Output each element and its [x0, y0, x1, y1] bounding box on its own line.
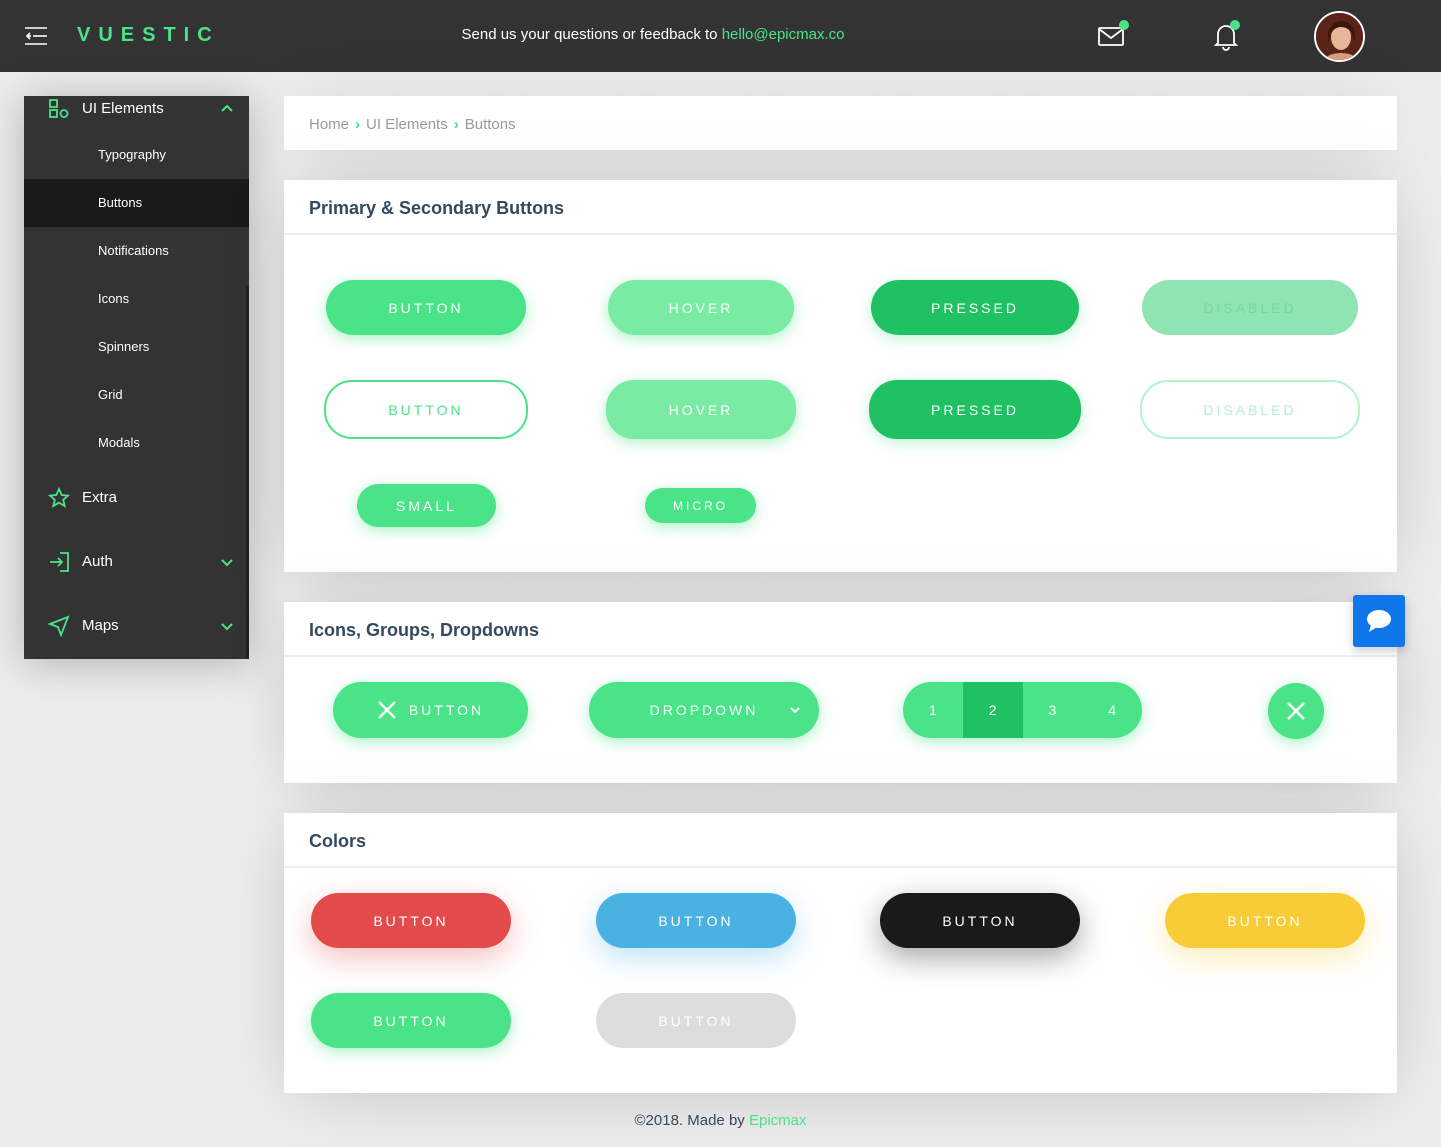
outline-disabled-button: Disabled — [1140, 380, 1360, 439]
sidebar-item-label: Grid — [98, 387, 123, 402]
outline-button[interactable]: Button — [324, 380, 528, 439]
sidebar-item-label: Modals — [98, 435, 140, 450]
primary-hover-button[interactable]: Hover — [608, 280, 794, 335]
bell-notification-dot — [1230, 20, 1240, 30]
sidebar-group-label: Auth — [82, 553, 113, 570]
chat-button[interactable] — [1353, 595, 1405, 647]
info-button[interactable]: Button — [596, 893, 796, 948]
card-title: Primary & Secondary Buttons — [309, 198, 565, 218]
sidebar-item-label: Buttons — [98, 195, 143, 210]
sidebar-group-label: UI Elements — [82, 100, 164, 117]
sidebar-group-extra[interactable]: Extra — [24, 469, 249, 529]
mail-icon[interactable] — [1095, 20, 1129, 52]
sidebar-item-label: Spinners — [98, 339, 150, 354]
sidebar-group-label: Extra — [82, 489, 118, 506]
sidebar-item-typography[interactable]: Typography — [24, 131, 249, 179]
chevron-right-icon: › — [453, 116, 459, 133]
sidebar-item-label: Typography — [98, 147, 166, 162]
primary-pressed-button[interactable]: Pressed — [871, 280, 1079, 335]
page-button-4[interactable]: 4 — [1082, 682, 1142, 738]
button-group-pagination: 1 2 3 4 — [903, 682, 1142, 738]
top-navbar: VUESTIC Send us your questions or feedba… — [0, 0, 1441, 72]
outline-hover-button[interactable]: Hover — [606, 380, 796, 439]
breadcrumb: Home › UI Elements › Buttons — [309, 116, 516, 133]
primary-button[interactable]: Button — [326, 280, 526, 335]
sidebar-item-spinners[interactable]: Spinners — [24, 323, 249, 371]
chevron-right-icon: › — [355, 116, 361, 133]
sidebar-item-notifications[interactable]: Notifications — [24, 227, 249, 275]
outline-pressed-button[interactable]: Pressed — [869, 380, 1081, 439]
sidebar-item-grid[interactable]: Grid — [24, 371, 249, 419]
sidebar-group-maps[interactable]: Maps — [24, 597, 249, 657]
sign-in-icon — [48, 551, 70, 573]
sidebar-item-modals[interactable]: Modals — [24, 419, 249, 467]
footer-text: ©2018. Made by — [634, 1112, 749, 1129]
danger-button[interactable]: Button — [311, 893, 511, 948]
location-arrow-icon — [47, 615, 70, 638]
feedback-email-link[interactable]: hello@epicmax.co — [722, 26, 845, 43]
card-divider — [284, 655, 1397, 657]
sidebar: UI Elements Typography Buttons Notificat… — [24, 96, 249, 659]
breadcrumb-current: Buttons — [464, 116, 516, 133]
page-button-1[interactable]: 1 — [903, 682, 963, 738]
sidebar-item-label: Notifications — [98, 243, 169, 258]
chevron-up-icon — [220, 102, 234, 116]
footer-link[interactable]: Epicmax — [749, 1112, 807, 1129]
close-icon — [377, 701, 396, 719]
icon-button-label: Button — [408, 702, 485, 718]
chevron-down-icon — [220, 555, 234, 569]
sidebar-item-buttons[interactable]: Buttons — [24, 179, 249, 227]
primary-disabled-button: Disabled — [1142, 280, 1358, 335]
colors-card: Colors Button Button Button Button Butto… — [284, 813, 1397, 1093]
ui-elements-icon — [48, 98, 70, 120]
dark-button[interactable]: Button — [880, 893, 1080, 948]
user-avatar[interactable] — [1314, 11, 1365, 62]
bell-icon[interactable] — [1210, 20, 1242, 52]
mail-notification-dot — [1119, 20, 1129, 30]
chevron-down-icon — [220, 619, 234, 633]
round-close-button[interactable] — [1268, 683, 1324, 739]
breadcrumb-card: Home › UI Elements › Buttons — [284, 96, 1397, 150]
sidebar-scrollbar[interactable] — [246, 286, 249, 659]
sidebar-group-auth[interactable]: Auth — [24, 533, 249, 593]
micro-button[interactable]: Micro — [645, 488, 756, 523]
sidebar-item-icons[interactable]: Icons — [24, 275, 249, 323]
primary-secondary-card: Primary & Secondary Buttons Button Hover… — [284, 180, 1397, 572]
sidebar-item-label: Icons — [98, 291, 130, 306]
close-icon — [1287, 702, 1305, 720]
success-button[interactable]: Button — [311, 993, 511, 1048]
feedback-text: Send us your questions or feedback to — [461, 26, 722, 43]
chat-bubble-icon — [1367, 610, 1391, 632]
dropdown-button[interactable]: Dropdown — [589, 682, 819, 738]
card-title: Icons, Groups, Dropdowns — [309, 620, 540, 640]
card-title: Colors — [309, 831, 367, 851]
gray-button[interactable]: Button — [596, 993, 796, 1048]
dropdown-label: Dropdown — [649, 702, 759, 718]
card-divider — [284, 233, 1397, 235]
chevron-down-icon — [790, 707, 800, 714]
card-divider — [284, 866, 1397, 868]
warning-button[interactable]: Button — [1165, 893, 1365, 948]
footer: ©2018. Made by Epicmax — [0, 1112, 1441, 1129]
breadcrumb-home[interactable]: Home — [309, 116, 349, 133]
small-button[interactable]: Small — [357, 484, 496, 527]
page-button-3[interactable]: 3 — [1022, 682, 1083, 738]
icons-groups-card: Icons, Groups, Dropdowns Button Dropdown… — [284, 602, 1397, 783]
page-button-2[interactable]: 2 — [962, 682, 1023, 738]
sidebar-group-label: Maps — [82, 617, 119, 634]
star-icon — [47, 486, 71, 509]
breadcrumb-ui-elements[interactable]: UI Elements — [366, 116, 448, 133]
icon-button[interactable]: Button — [333, 682, 528, 738]
